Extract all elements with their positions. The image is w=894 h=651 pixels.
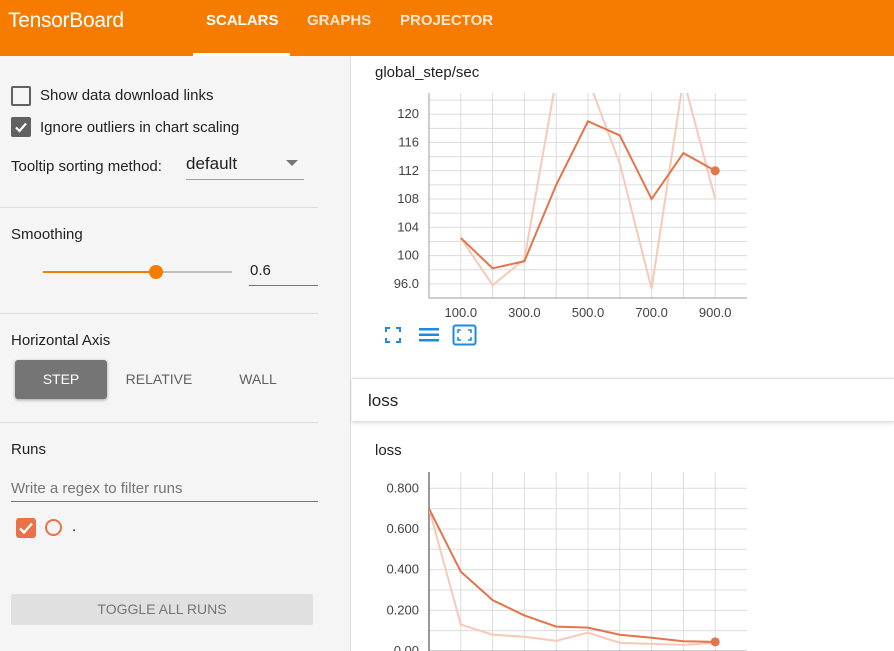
- divider: [0, 207, 318, 208]
- loss-chart[interactable]: 0.00 0.200 0.400 0.600 0.800: [352, 56, 894, 651]
- ignore-outliers-label: Ignore outliers in chart scaling: [40, 119, 240, 136]
- runs-label: Runs: [11, 441, 47, 458]
- sidebar: Show data download links Ignore outliers…: [0, 56, 351, 651]
- dropdown-arrow-icon: [286, 160, 298, 166]
- divider: [0, 422, 318, 423]
- axis-wall-button[interactable]: WALL: [222, 360, 294, 399]
- series-endpoint-marker[interactable]: [710, 637, 720, 647]
- tooltip-sorting-dropdown[interactable]: default: [186, 152, 304, 180]
- tab-projector[interactable]: PROJECTOR: [400, 12, 493, 30]
- slider-fill: [43, 271, 157, 273]
- smoothing-value-input[interactable]: 0.6: [249, 256, 318, 286]
- smoothing-value: 0.6: [250, 262, 271, 279]
- main-content: global_step/sec 96.0 100 104 108 112 116 120 10…: [352, 56, 894, 651]
- y-tick-label: 0.400: [386, 562, 419, 577]
- run-color-radio[interactable]: [45, 519, 62, 536]
- plot-area: 0.00 0.200 0.400 0.600 0.800: [386, 472, 747, 651]
- divider: [0, 313, 318, 314]
- axis-step-button[interactable]: STEP: [15, 360, 107, 399]
- smoothing-slider[interactable]: [43, 265, 232, 279]
- show-download-links-checkbox[interactable]: [11, 86, 31, 106]
- y-tick-label: 0.200: [386, 602, 419, 617]
- run-name: .: [72, 518, 77, 535]
- top-app-bar: TensorBoard SCALARS GRAPHS PROJECTOR: [0, 0, 894, 56]
- run-checkbox[interactable]: [16, 518, 36, 538]
- checkmark-icon: [15, 122, 27, 133]
- ignore-outliers-checkbox[interactable]: [11, 117, 31, 137]
- tooltip-sorting-value: default: [186, 154, 238, 173]
- tab-graphs[interactable]: GRAPHS: [307, 12, 371, 30]
- toggle-all-runs-button[interactable]: TOGGLE ALL RUNS: [11, 594, 313, 625]
- show-download-links-label: Show data download links: [40, 87, 214, 104]
- app-title: TensorBoard: [8, 9, 124, 32]
- slider-knob[interactable]: [149, 265, 164, 279]
- y-tick-label: 0.00: [394, 643, 419, 651]
- checkmark-icon: [19, 522, 33, 535]
- runs-filter-field[interactable]: [11, 476, 318, 502]
- tooltip-sorting-label: Tooltip sorting method:: [11, 158, 162, 175]
- runs-filter-input[interactable]: [11, 476, 318, 500]
- tab-scalars[interactable]: SCALARS: [206, 12, 279, 30]
- y-tick-label: 0.800: [386, 480, 419, 495]
- smoothing-label: Smoothing: [11, 226, 83, 243]
- axis-relative-button[interactable]: RELATIVE: [117, 360, 201, 399]
- y-tick-label: 0.600: [386, 521, 419, 536]
- horizontal-axis-label: Horizontal Axis: [11, 332, 111, 349]
